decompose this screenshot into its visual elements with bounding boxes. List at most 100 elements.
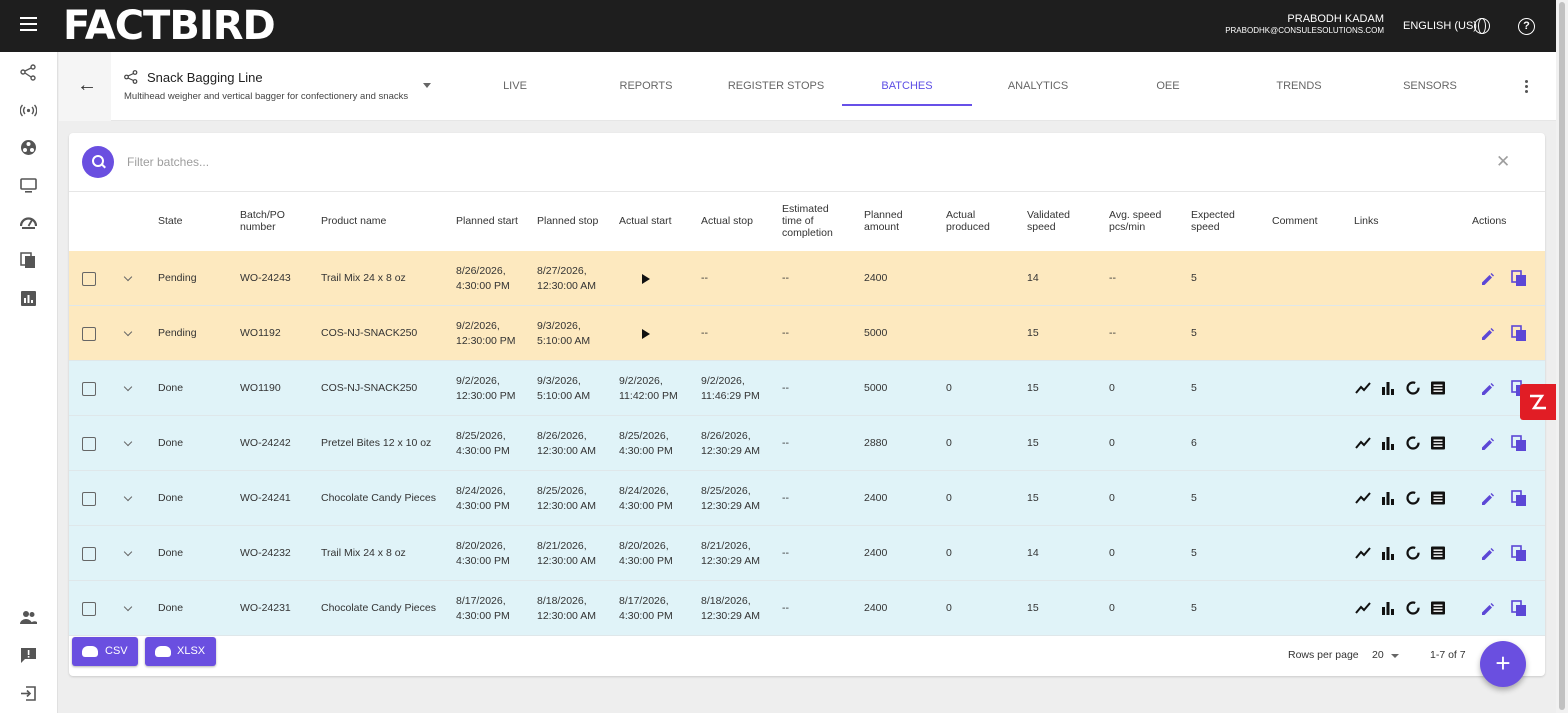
search-input[interactable]: [127, 152, 1027, 172]
col-comment[interactable]: Comment: [1272, 215, 1318, 227]
col-validated-speed[interactable]: Validated speed: [1027, 209, 1082, 233]
more-vert-icon[interactable]: [1525, 80, 1528, 95]
col-state[interactable]: State: [158, 215, 183, 227]
edit-icon[interactable]: [1481, 272, 1495, 286]
trend-icon[interactable]: [1355, 601, 1371, 615]
table-row[interactable]: Done WO-24231 Chocolate Candy Pieces 8/17/2…: [69, 581, 1545, 636]
col-batch[interactable]: Batch/PO number: [240, 209, 300, 233]
bar-chart-icon[interactable]: [1380, 601, 1396, 615]
bar-chart-icon[interactable]: [1380, 381, 1396, 395]
trend-icon[interactable]: [1355, 436, 1371, 450]
col-planned-stop[interactable]: Planned stop: [537, 215, 598, 227]
line-title[interactable]: Snack Bagging Line: [147, 70, 263, 85]
row-checkbox[interactable]: [82, 437, 96, 451]
list-icon[interactable]: [1430, 601, 1446, 615]
tab-reports[interactable]: REPORTS: [581, 80, 711, 92]
list-icon[interactable]: [1430, 546, 1446, 560]
tab-live[interactable]: LIVE: [450, 80, 580, 92]
tab-analytics[interactable]: ANALYTICS: [973, 80, 1103, 92]
scrollbar-thumb[interactable]: [1559, 2, 1565, 710]
row-checkbox[interactable]: [82, 382, 96, 396]
edit-icon[interactable]: [1481, 327, 1495, 341]
row-checkbox[interactable]: [82, 547, 96, 561]
back-button[interactable]: ←: [59, 52, 111, 121]
col-actual-stop[interactable]: Actual stop: [701, 215, 753, 227]
lines-icon[interactable]: [20, 64, 37, 81]
chevron-down-icon[interactable]: [123, 327, 133, 337]
tab-sensors[interactable]: SENSORS: [1365, 80, 1495, 92]
chevron-down-icon[interactable]: [123, 382, 133, 392]
donut-chart-icon[interactable]: [1405, 546, 1421, 560]
col-expected-speed[interactable]: Expected speed: [1191, 209, 1241, 233]
play-icon[interactable]: [642, 329, 650, 339]
donut-chart-icon[interactable]: [1405, 436, 1421, 450]
edit-icon[interactable]: [1481, 382, 1495, 396]
edit-icon[interactable]: [1481, 437, 1495, 451]
chevron-down-icon[interactable]: [123, 437, 133, 447]
row-checkbox[interactable]: [82, 327, 96, 341]
tab-oee[interactable]: OEE: [1103, 80, 1233, 92]
widget-launcher-button[interactable]: [1520, 384, 1556, 420]
edit-icon[interactable]: [1481, 492, 1495, 506]
list-icon[interactable]: [1430, 381, 1446, 395]
col-product[interactable]: Product name: [321, 215, 386, 227]
reports-chart-icon[interactable]: [20, 290, 37, 307]
table-row[interactable]: Done WO-24241 Chocolate Candy Pieces 8/24/2…: [69, 471, 1545, 526]
search-icon[interactable]: [82, 146, 114, 178]
chevron-down-icon[interactable]: [123, 602, 133, 612]
edit-icon[interactable]: [1481, 547, 1495, 561]
documents-icon[interactable]: [20, 252, 37, 269]
bar-chart-icon[interactable]: [1380, 436, 1396, 450]
col-actual-produced[interactable]: Actual produced: [946, 209, 996, 233]
copy-icon[interactable]: [1511, 600, 1527, 617]
add-batch-button[interactable]: +: [1480, 641, 1526, 687]
chevron-down-icon[interactable]: [123, 547, 133, 557]
list-icon[interactable]: [1430, 491, 1446, 505]
language-selector[interactable]: ENGLISH (US): [1403, 20, 1477, 32]
table-row[interactable]: Pending WO-24243 Trail Mix 24 x 8 oz 8/26/2…: [69, 251, 1545, 306]
user-info[interactable]: PRABODH KADAM PRABODHK@CONSULESOLUTIONS.…: [1225, 14, 1384, 36]
edit-icon[interactable]: [1481, 602, 1495, 616]
chevron-down-icon[interactable]: [123, 272, 133, 282]
chevron-down-icon[interactable]: [1391, 654, 1399, 658]
table-row[interactable]: Done WO-24232 Trail Mix 24 x 8 oz 8/20/2026…: [69, 526, 1545, 581]
copy-icon[interactable]: [1511, 490, 1527, 507]
trend-icon[interactable]: [1355, 546, 1371, 560]
col-planned-start[interactable]: Planned start: [456, 215, 518, 227]
export-csv-button[interactable]: CSV: [72, 637, 138, 666]
monitor-icon[interactable]: [20, 177, 37, 194]
copy-icon[interactable]: [1511, 545, 1527, 562]
app-logo[interactable]: FACTBIRD: [63, 3, 276, 49]
col-planned-amount[interactable]: Planned amount: [864, 209, 914, 233]
logout-icon[interactable]: [20, 685, 37, 702]
dashboard-gauge-icon[interactable]: [20, 214, 37, 231]
menu-icon[interactable]: [20, 17, 37, 31]
copy-icon[interactable]: [1511, 435, 1527, 452]
play-icon[interactable]: [642, 274, 650, 284]
chevron-down-icon[interactable]: [423, 83, 431, 88]
help-icon[interactable]: ?: [1518, 18, 1535, 35]
tab-register-stops[interactable]: REGISTER STOPS: [711, 80, 841, 92]
workspaces-icon[interactable]: [20, 139, 37, 156]
globe-icon[interactable]: [1474, 18, 1490, 34]
tab-batches[interactable]: BATCHES: [842, 80, 972, 92]
donut-chart-icon[interactable]: [1405, 491, 1421, 505]
bar-chart-icon[interactable]: [1380, 546, 1396, 560]
row-checkbox[interactable]: [82, 492, 96, 506]
rows-per-page-select[interactable]: 20: [1372, 649, 1384, 661]
list-icon[interactable]: [1430, 436, 1446, 450]
sensor-icon[interactable]: [20, 102, 37, 119]
col-actual-start[interactable]: Actual start: [619, 215, 672, 227]
table-row[interactable]: Done WO-24242 Pretzel Bites 12 x 10 oz 8/25…: [69, 416, 1545, 471]
close-icon[interactable]: ✕: [1496, 152, 1510, 172]
export-xlsx-button[interactable]: XLSX: [145, 637, 216, 666]
row-checkbox[interactable]: [82, 272, 96, 286]
col-estimated-completion[interactable]: Estimated time of completion: [782, 203, 842, 239]
chevron-down-icon[interactable]: [123, 492, 133, 502]
page-scrollbar[interactable]: [1556, 0, 1568, 713]
donut-chart-icon[interactable]: [1405, 601, 1421, 615]
copy-icon[interactable]: [1511, 270, 1527, 287]
bar-chart-icon[interactable]: [1380, 491, 1396, 505]
trend-icon[interactable]: [1355, 491, 1371, 505]
copy-icon[interactable]: [1511, 325, 1527, 342]
